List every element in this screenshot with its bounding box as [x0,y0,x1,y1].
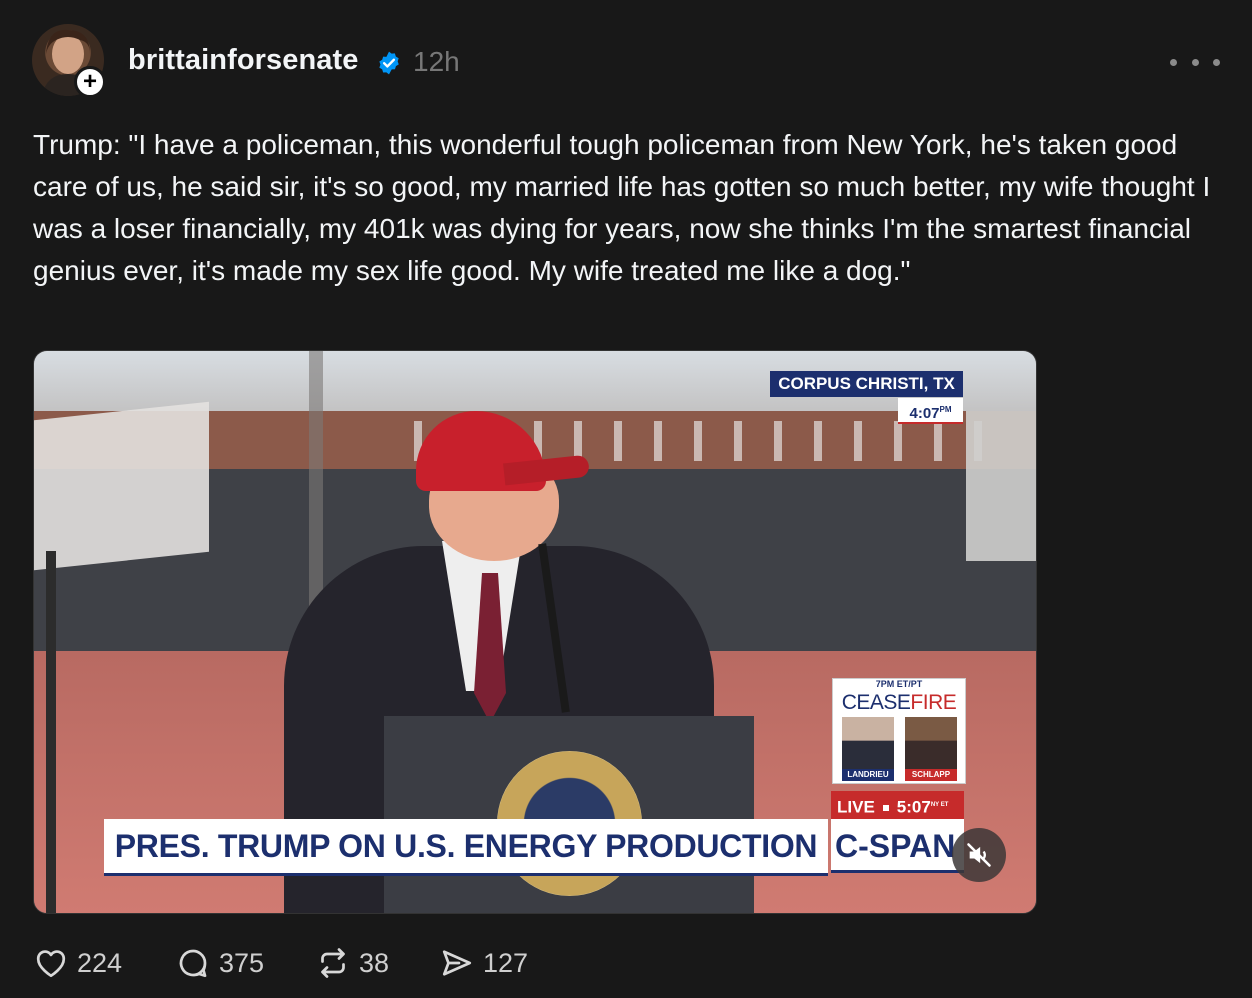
program-promo: 7PM ET/PT CEASEFIRE LANDRIEU SCHLAPP [832,678,966,784]
author-username[interactable]: brittainforsenate [128,44,359,77]
like-button[interactable]: 224 [33,942,122,984]
mute-toggle-button[interactable] [952,828,1006,882]
share-button[interactable]: 127 [439,942,528,984]
follow-button[interactable]: + [74,66,106,98]
live-indicator: LIVE 5:07NY ET [831,791,964,819]
reply-button[interactable]: 375 [175,942,264,984]
network-logo: C-SPAN [831,819,964,873]
verified-badge-icon [379,51,399,75]
guest-photo [842,717,894,769]
more-horizontal-icon [1170,58,1177,66]
guest-photo [905,717,957,769]
more-options-button[interactable] [1170,48,1220,76]
chyron: PRES. TRUMP ON U.S. ENERGY PRODUCTION [104,819,828,876]
post-card: + brittainforsenate 12h Trump: "I have a… [0,0,1252,998]
location-banner: CORPUS CHRISTI, TX [770,371,963,397]
post-timestamp: 12h [413,46,460,77]
repost-button[interactable]: 38 [315,942,389,984]
repost-icon [321,948,345,978]
repost-count: 38 [359,947,390,978]
heart-icon [36,950,66,978]
post-text: Trump: "I have a policeman, this wonderf… [33,129,1219,286]
send-icon [442,950,472,976]
share-count: 127 [483,947,529,978]
video-player[interactable]: CORPUS CHRISTI, TX 4:07PM 7PM ET/PT CEAS… [33,350,1037,914]
reply-count: 375 [219,947,265,978]
like-count: 224 [77,947,123,978]
comment-bubble-icon [179,949,207,978]
speaker-muted-icon [967,843,991,867]
local-time: 4:07PM [898,398,963,424]
